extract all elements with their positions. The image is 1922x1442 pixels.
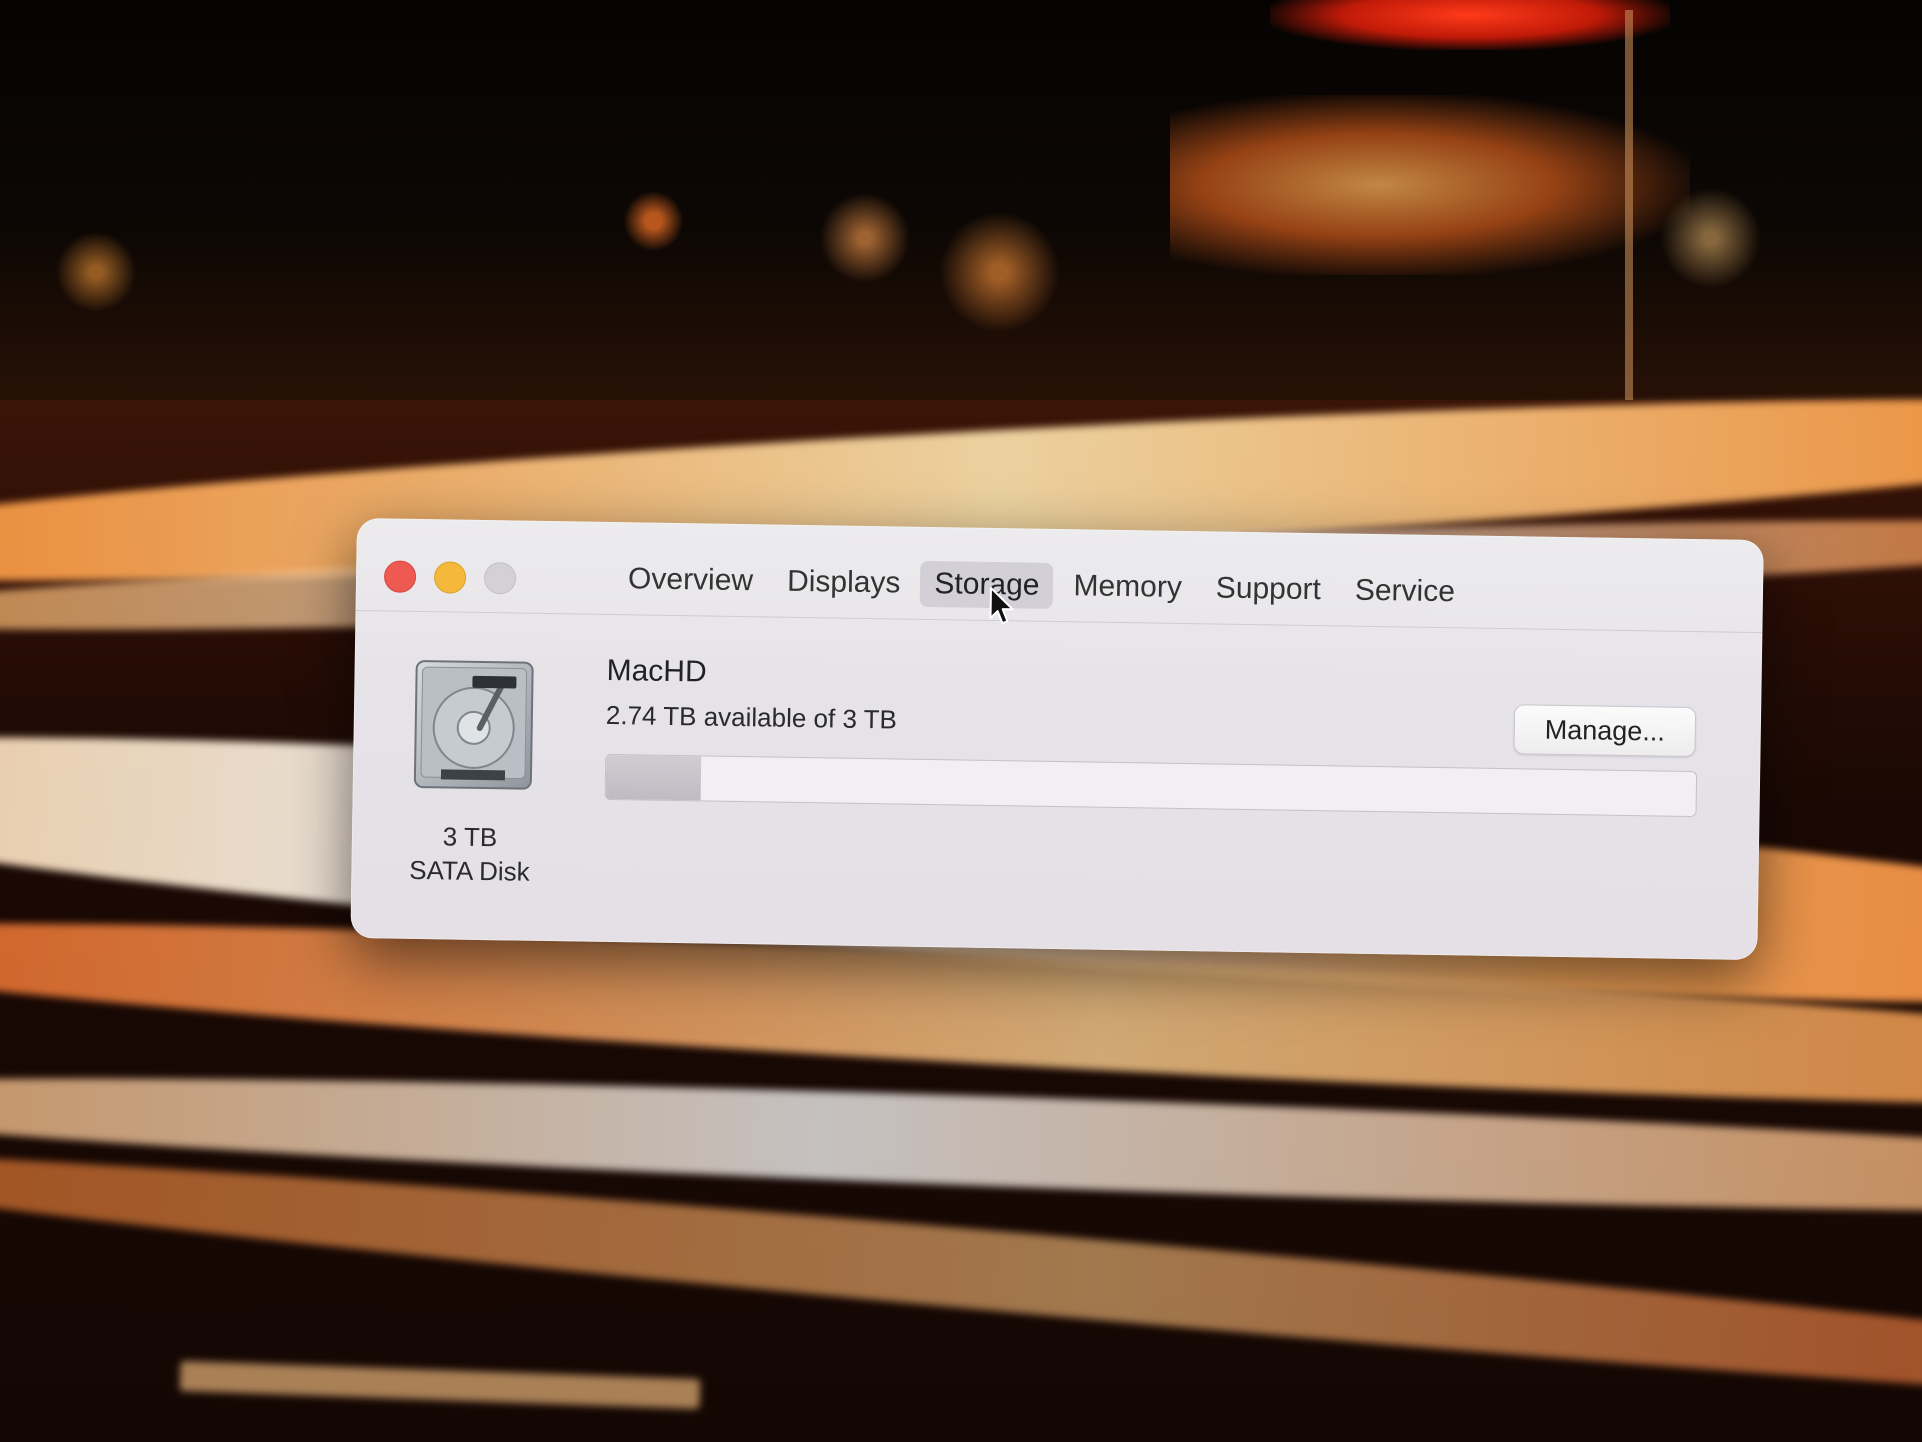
about-this-mac-window: Overview Displays Storage Memory Support… xyxy=(350,518,1764,961)
mouse-pointer-icon xyxy=(989,586,1014,625)
tree-line xyxy=(0,170,1922,340)
tab-bar: Overview Displays Storage Memory Support… xyxy=(614,556,1470,615)
tab-support[interactable]: Support xyxy=(1201,565,1335,613)
tab-overview[interactable]: Overview xyxy=(614,556,768,604)
close-button[interactable] xyxy=(383,560,417,593)
volume-name: MacHD xyxy=(606,653,707,689)
disk-capacity: 3 TB xyxy=(442,821,498,853)
minimize-button[interactable] xyxy=(433,561,467,594)
storage-usage-bar xyxy=(604,753,1698,818)
light-pole xyxy=(1625,10,1633,410)
tab-memory[interactable]: Memory xyxy=(1059,563,1196,611)
disk-type: SATA Disk xyxy=(409,854,530,887)
manage-button[interactable]: Manage... xyxy=(1513,704,1697,758)
storage-usage-fill xyxy=(605,754,702,801)
disk-caption: 3 TB SATA Disk xyxy=(379,818,560,889)
zoom-button xyxy=(483,562,517,595)
tab-storage[interactable]: Storage xyxy=(920,560,1054,609)
volume-availability: 2.74 TB available of 3 TB xyxy=(605,699,898,735)
tab-displays[interactable]: Displays xyxy=(773,559,915,607)
tab-service[interactable]: Service xyxy=(1341,567,1470,615)
hard-disk-icon xyxy=(413,660,534,790)
store-sign-glow xyxy=(1270,0,1670,50)
